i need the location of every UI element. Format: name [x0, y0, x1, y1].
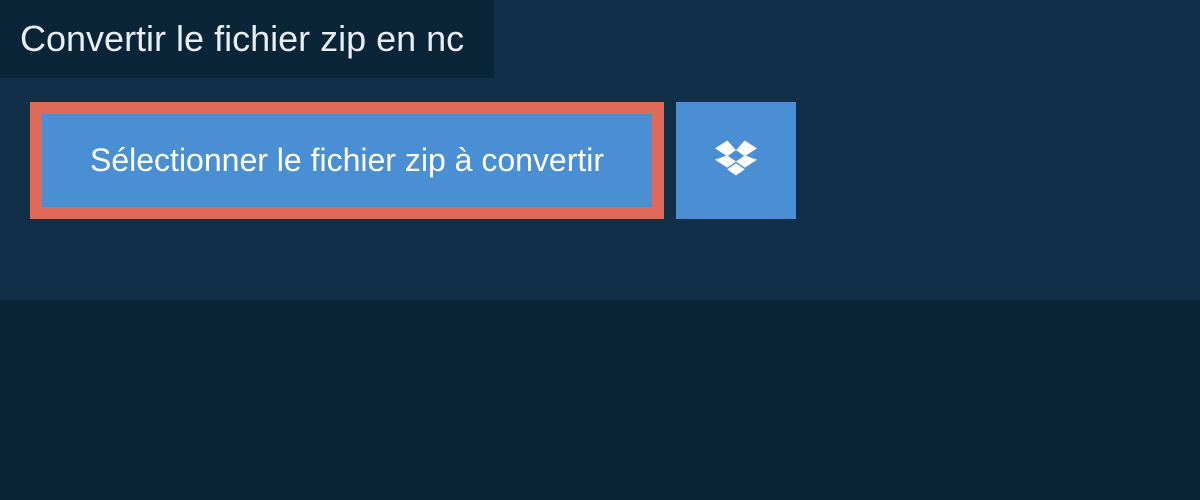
tab-title-text: Convertir le fichier zip en nc	[20, 18, 464, 59]
dropbox-button[interactable]	[676, 102, 796, 219]
dropbox-icon	[715, 139, 757, 182]
select-file-button[interactable]: Sélectionner le fichier zip à convertir	[30, 102, 664, 219]
converter-panel: Convertir le fichier zip en nc Sélection…	[0, 0, 1200, 300]
tab-title: Convertir le fichier zip en nc	[0, 0, 494, 78]
tab-container: Convertir le fichier zip en nc	[0, 0, 1200, 78]
button-row: Sélectionner le fichier zip à convertir	[0, 78, 1200, 249]
select-file-label: Sélectionner le fichier zip à convertir	[90, 142, 604, 179]
